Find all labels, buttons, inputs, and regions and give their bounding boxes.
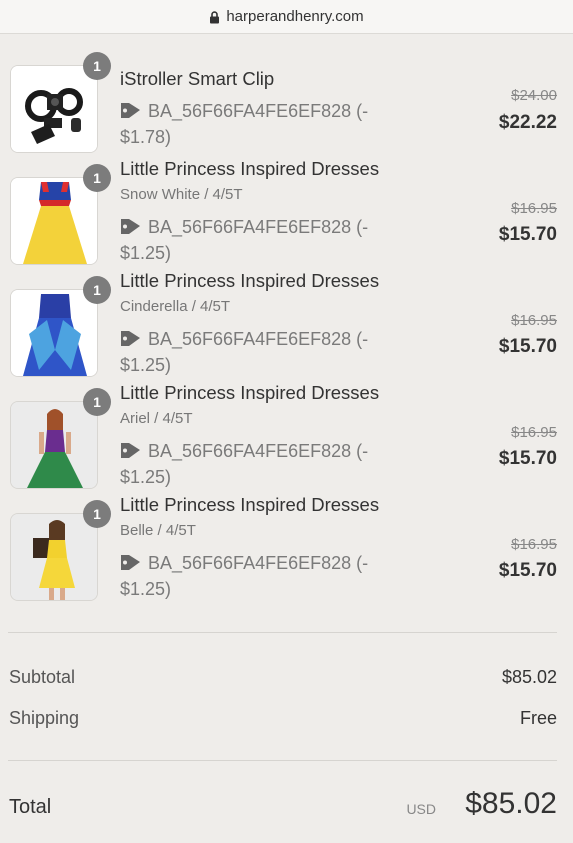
tag-icon [121,219,140,234]
discount-amount: $1.25) [120,579,172,599]
cinderella-dress-image [11,290,97,376]
product-title: Little Princess Inspired Dresses [120,270,380,291]
total-value: $85.02 [465,787,557,820]
product-thumbnail[interactable]: 1 [10,276,111,377]
discount-amount: $1.25) [120,355,172,375]
subtotal-label: Subtotal [9,667,76,687]
discount-code-text: BA_56F66FA4FE6EF828 (- [148,101,369,121]
quantity-badge: 1 [83,388,111,416]
cart-item: 1 Little Princess Inspired Dresses Belle… [0,494,573,602]
quantity-badge: 1 [83,164,111,192]
tag-icon [121,331,140,346]
cart-item: 1 Little Princess Inspired Dresses Snow … [0,158,573,266]
discount-amount: $1.25) [120,243,172,263]
product-title: Little Princess Inspired Dresses [120,382,380,403]
tag-icon [121,555,140,570]
divider [8,632,557,633]
stroller-clip-image [11,66,97,152]
cart-item: 1 Little Princess Inspired Dresses Ariel… [0,382,573,490]
discount-code-text: BA_56F66FA4FE6EF828 (- [148,329,369,349]
cart-item: 1 Little Princess Inspired Dresses Cinde… [0,270,573,378]
discount-code-text: BA_56F66FA4FE6EF828 (- [148,217,369,237]
snow-white-dress-image [11,178,97,264]
product-thumbnail[interactable]: 1 [10,164,111,265]
original-price: $16.95 [511,312,557,329]
ariel-dress-image [11,402,97,488]
product-title: iStroller Smart Clip [120,68,275,89]
original-price: $16.95 [511,536,557,553]
belle-dress-image [11,514,97,600]
item-price: $22.22 [498,112,557,133]
item-price: $15.70 [498,448,557,469]
address-bar[interactable]: harperandhenry.com [0,0,573,34]
quantity-badge: 1 [83,500,111,528]
product-variant: Belle / 4/5T [120,522,196,539]
discount-amount: $1.78) [120,127,172,147]
product-thumbnail[interactable]: 1 [10,52,111,153]
item-price: $15.70 [498,336,557,357]
discount-code: BA_56F66FA4FE6EF828 (- $1.78) [120,98,420,150]
currency-code: USD [406,801,436,817]
discount-code: BA_56F66FA4FE6EF828 (- $1.25) [120,438,420,490]
url-text: harperandhenry.com [226,8,364,25]
item-price: $15.70 [498,224,557,245]
product-title: Little Princess Inspired Dresses [120,494,380,515]
tag-icon [121,443,140,458]
discount-code: BA_56F66FA4FE6EF828 (- $1.25) [120,326,420,378]
discount-code-text: BA_56F66FA4FE6EF828 (- [148,441,369,461]
shipping-value: Free [519,708,557,728]
quantity-badge: 1 [83,276,111,304]
discount-code-text: BA_56F66FA4FE6EF828 (- [148,553,369,573]
product-thumbnail[interactable]: 1 [10,500,111,601]
product-variant: Snow White / 4/5T [120,186,243,203]
item-price: $15.70 [498,560,557,581]
tag-icon [121,103,140,118]
discount-code: BA_56F66FA4FE6EF828 (- $1.25) [120,550,420,602]
product-title: Little Princess Inspired Dresses [120,158,380,179]
original-price: $16.95 [511,200,557,217]
divider [8,760,557,761]
lock-icon [210,11,220,24]
product-variant: Cinderella / 4/5T [120,298,231,315]
quantity-badge: 1 [83,52,111,80]
original-price: $24.00 [511,87,557,104]
shipping-label: Shipping [9,708,80,728]
subtotal-value: $85.02 [501,667,557,687]
product-variant: Ariel / 4/5T [120,410,193,427]
discount-amount: $1.25) [120,467,172,487]
total-label: Total [9,796,52,818]
original-price: $16.95 [511,424,557,441]
cart-item: 1 iStroller Smart Clip BA_56F66FA4FE6EF8… [0,52,573,153]
discount-code: BA_56F66FA4FE6EF828 (- $1.25) [120,214,420,266]
product-thumbnail[interactable]: 1 [10,388,111,489]
